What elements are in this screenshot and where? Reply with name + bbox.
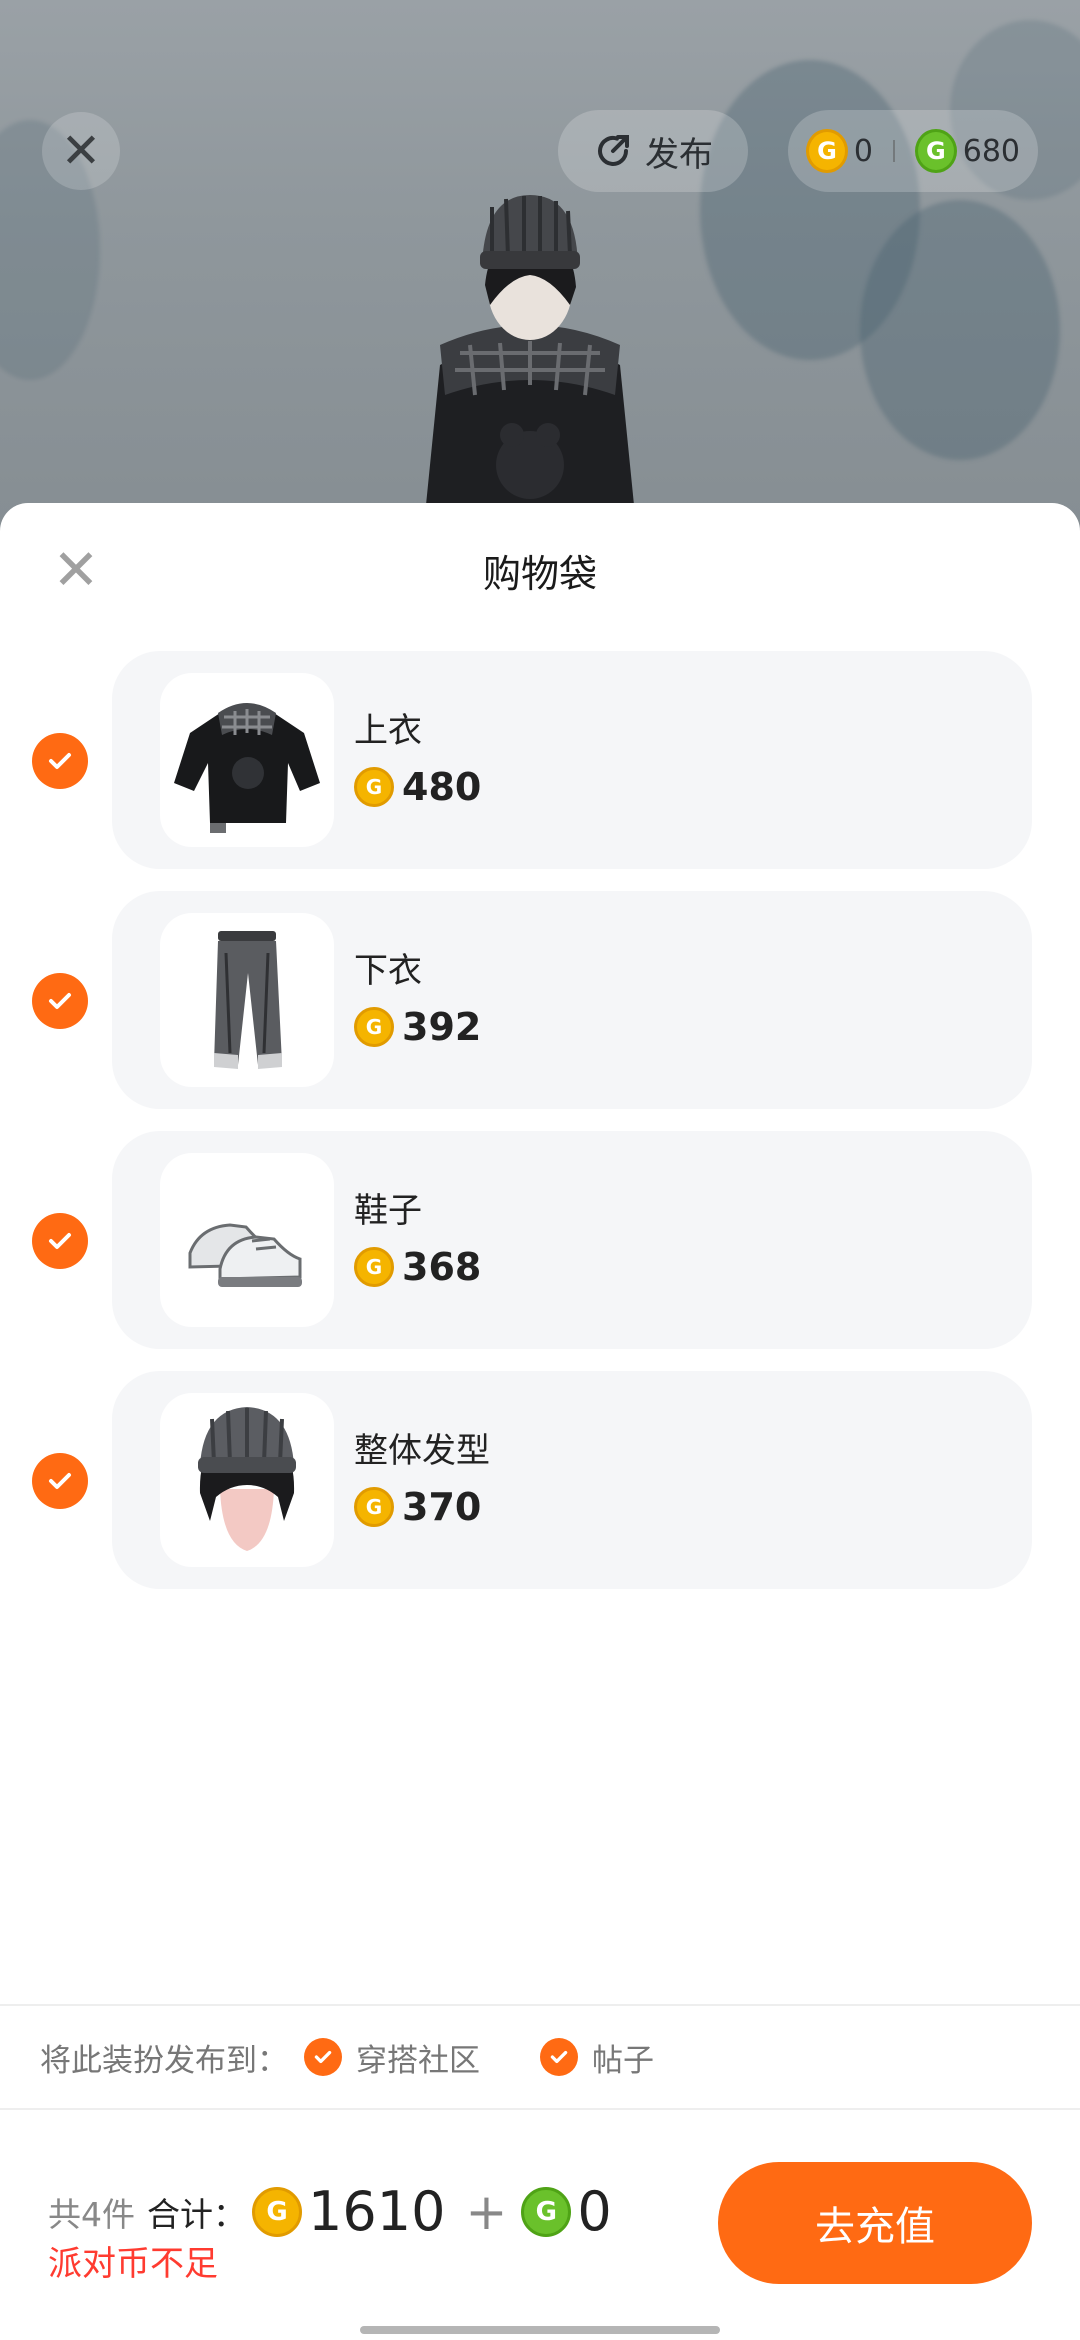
check-icon	[49, 1473, 71, 1489]
item-count: 共4件	[48, 2194, 135, 2234]
balance-pill[interactable]: G 0 G 680	[788, 110, 1038, 192]
gold-coin-icon: G	[354, 1487, 394, 1527]
close-editor-button[interactable]: ✕	[42, 112, 120, 190]
option-post[interactable]: 帖子	[540, 2035, 654, 2080]
close-icon: ✕	[60, 123, 102, 179]
hoodie-thumbnail-icon	[174, 703, 320, 833]
item-price-value: 368	[402, 1245, 482, 1289]
shoes-thumbnail-icon	[188, 1223, 302, 1287]
pants-thumbnail-icon	[214, 931, 282, 1069]
item-card[interactable]: 鞋子 G 368	[112, 1131, 1032, 1349]
list-item[interactable]: 下衣 G 392	[0, 891, 1080, 1111]
divider	[0, 2004, 1080, 2006]
gold-coin-icon: G	[252, 2186, 302, 2237]
item-price-value: 392	[402, 1005, 482, 1049]
item-checkbox[interactable]	[32, 973, 88, 1029]
item-checkbox[interactable]	[32, 1453, 88, 1509]
item-price: G 392	[354, 1005, 481, 1049]
sheet-title: 购物袋	[482, 552, 597, 596]
total-label: 合计：	[147, 2194, 246, 2234]
gold-coin-icon: G	[806, 129, 848, 173]
option-label: 帖子	[592, 2042, 654, 2079]
item-price: G 370	[354, 1485, 481, 1529]
item-name: 下衣	[354, 951, 422, 991]
check-icon	[540, 2038, 578, 2076]
recharge-button[interactable]: 去充值	[718, 2162, 1032, 2284]
item-price-value: 370	[402, 1485, 482, 1529]
item-price: G 368	[354, 1245, 481, 1289]
item-checkbox[interactable]	[32, 1213, 88, 1269]
item-thumbnail	[160, 913, 334, 1087]
divider	[0, 2108, 1080, 2110]
item-price-value: 480	[402, 765, 482, 809]
option-label: 穿搭社区	[356, 2042, 480, 2079]
gold-balance: 0	[853, 133, 873, 169]
item-card[interactable]: 上衣 G 480	[112, 651, 1032, 869]
check-icon	[49, 1233, 71, 1249]
check-icon	[49, 753, 71, 769]
gold-coin-icon: G	[354, 1007, 394, 1047]
gold-total: 1610	[308, 2180, 446, 2243]
refresh-publish-icon	[598, 135, 629, 166]
green-coin-icon: G	[914, 129, 957, 173]
list-item[interactable]: 鞋子 G 368	[0, 1131, 1080, 1351]
list-item[interactable]: 整体发型 G 370	[0, 1371, 1080, 1591]
item-thumbnail	[160, 1393, 334, 1567]
item-card[interactable]: 整体发型 G 370	[112, 1371, 1032, 1589]
item-checkbox[interactable]	[32, 733, 88, 789]
item-name: 上衣	[354, 711, 422, 751]
item-name: 鞋子	[354, 1191, 422, 1231]
item-card[interactable]: 下衣 G 392	[112, 891, 1032, 1109]
green-total: 0	[577, 2180, 612, 2243]
publish-to-bar: 将此装扮发布到： 穿搭社区 帖子	[40, 2032, 654, 2082]
item-name: 整体发型	[354, 1431, 490, 1471]
item-thumbnail	[160, 673, 334, 847]
item-thumbnail	[160, 1153, 334, 1327]
insufficient-balance-warning: 派对币不足	[48, 2244, 218, 2284]
balance-divider	[892, 140, 895, 162]
list-item[interactable]: 上衣 G 480	[0, 651, 1080, 871]
publish-to-label: 将此装扮发布到：	[40, 2042, 288, 2079]
publish-label: 发布	[645, 134, 713, 175]
publish-button[interactable]: 发布	[558, 110, 748, 192]
home-indicator[interactable]	[360, 2326, 720, 2334]
order-total: 共4件 合计： G 1610 + G 0	[48, 2180, 618, 2243]
item-price: G 480	[354, 765, 481, 809]
green-balance: 680	[962, 133, 1020, 169]
check-icon	[49, 993, 71, 1009]
avatar-preview-background	[0, 0, 1080, 560]
plus-sign: +	[465, 2182, 508, 2241]
gold-coin-icon: G	[354, 767, 394, 807]
green-coin-icon: G	[521, 2186, 572, 2237]
hairstyle-thumbnail-icon	[198, 1407, 296, 1551]
gold-coin-icon: G	[354, 1247, 394, 1287]
option-outfit-community[interactable]: 穿搭社区	[304, 2035, 480, 2080]
check-icon	[304, 2038, 342, 2076]
